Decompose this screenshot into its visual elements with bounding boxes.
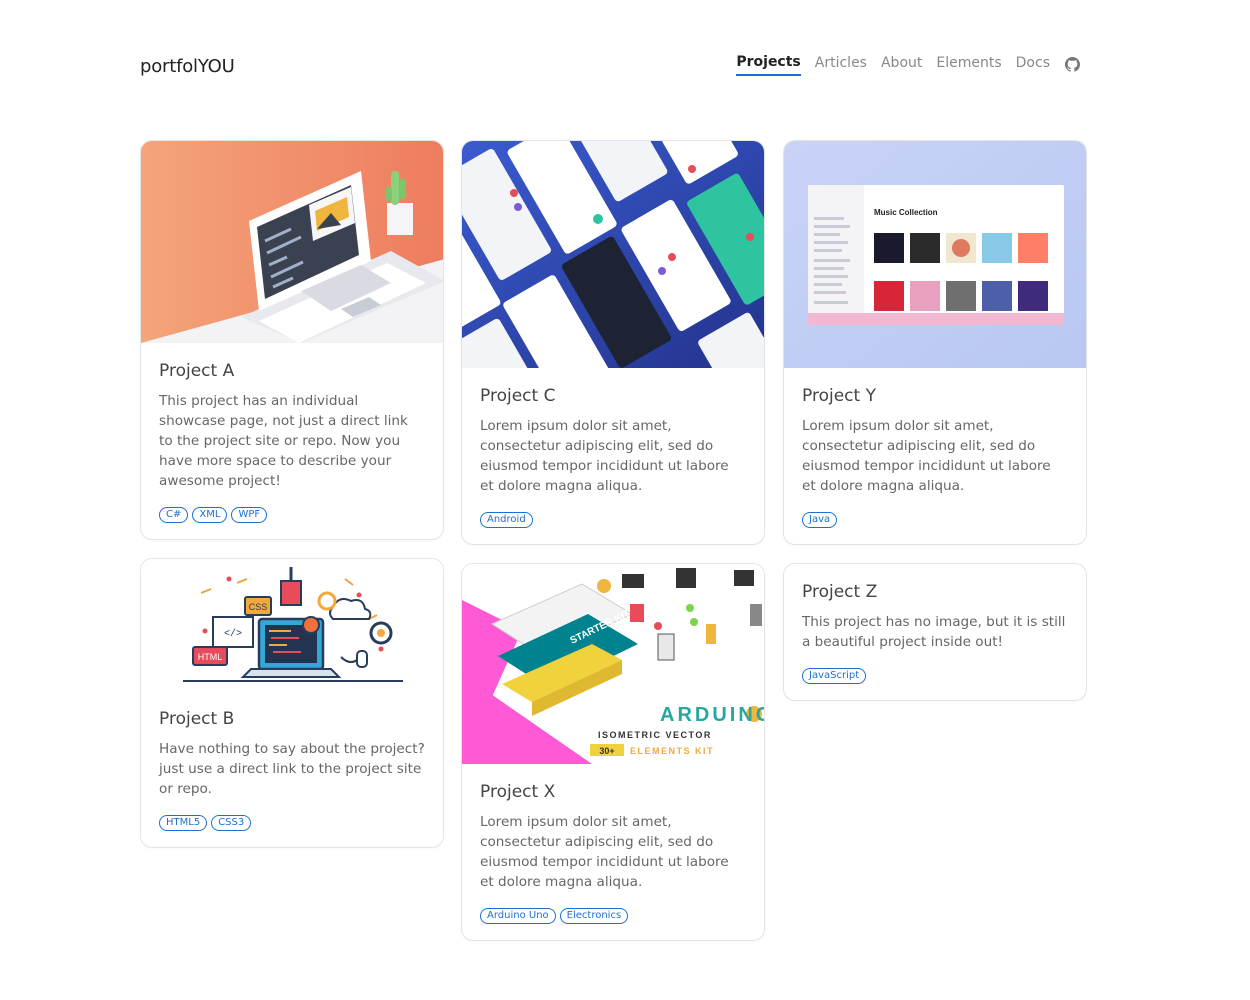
arduino-title: ARDUINO bbox=[660, 704, 764, 726]
project-column-2: Project C Lorem ipsum dolor sit amet, co… bbox=[461, 140, 765, 959]
project-y-tags: Java bbox=[802, 512, 1068, 528]
project-card-a[interactable]: Project A This project has an individual… bbox=[140, 140, 444, 540]
project-b-description: Have nothing to say about the project? j… bbox=[159, 741, 425, 797]
tag-arduino-uno: Arduino Uno bbox=[480, 908, 556, 924]
nav-about[interactable]: About bbox=[881, 53, 922, 75]
project-column-1: Project A This project has an individual… bbox=[140, 140, 444, 866]
image-label-html: HTML bbox=[198, 652, 223, 662]
nav-elements[interactable]: Elements bbox=[936, 53, 1001, 75]
tag-html5: HTML5 bbox=[159, 815, 208, 831]
project-x-tags: Arduino Uno Electronics bbox=[480, 908, 746, 924]
project-y-description: Lorem ipsum dolor sit amet, consectetur … bbox=[802, 418, 1051, 494]
arduino-subtitle: ISOMETRIC VECTOR bbox=[598, 730, 712, 740]
nav-projects[interactable]: Projects bbox=[736, 52, 801, 76]
nav-articles[interactable]: Articles bbox=[815, 53, 867, 75]
project-z-title[interactable]: Project Z bbox=[802, 582, 1068, 602]
project-card-y[interactable]: Music Collection Project Y Lorem ipsum d… bbox=[783, 140, 1087, 545]
project-c-tags: Android bbox=[480, 512, 746, 528]
project-y-title[interactable]: Project Y bbox=[802, 386, 1068, 406]
brand-logo[interactable]: portfolYOU bbox=[140, 56, 235, 77]
project-a-tags: C# XML WPF bbox=[159, 507, 425, 523]
project-b-image: CSS </> HTML bbox=[141, 559, 443, 691]
project-x-title[interactable]: Project X bbox=[480, 782, 746, 802]
project-c-title[interactable]: Project C bbox=[480, 386, 746, 406]
arduino-kit: ELEMENTS KIT bbox=[630, 746, 714, 756]
music-app-title: Music Collection bbox=[874, 208, 938, 217]
project-c-image bbox=[462, 141, 764, 368]
project-b-title[interactable]: Project B bbox=[159, 709, 425, 729]
project-a-title[interactable]: Project A bbox=[159, 361, 425, 381]
tag-javascript: JavaScript bbox=[802, 668, 867, 684]
project-card-z[interactable]: Project Z This project has no image, but… bbox=[783, 563, 1087, 701]
tag-electronics: Electronics bbox=[559, 908, 629, 924]
project-b-tags: HTML5 CSS3 bbox=[159, 815, 425, 831]
tag-xml: XML bbox=[192, 507, 228, 523]
tag-css3: CSS3 bbox=[211, 815, 252, 831]
image-label-css: CSS bbox=[249, 602, 268, 612]
top-nav: Projects Articles About Elements Docs bbox=[736, 52, 1080, 76]
project-card-x[interactable]: STARTER KIT ARDUINO ISOMETRIC VECTOR 30+… bbox=[461, 563, 765, 941]
tag-android: Android bbox=[480, 512, 533, 528]
github-icon[interactable] bbox=[1064, 56, 1080, 72]
project-x-description: Lorem ipsum dolor sit amet, consectetur … bbox=[480, 814, 729, 890]
image-label-code: </> bbox=[224, 628, 242, 640]
nav-docs[interactable]: Docs bbox=[1016, 53, 1050, 75]
project-card-c[interactable]: Project C Lorem ipsum dolor sit amet, co… bbox=[461, 140, 765, 545]
project-card-b[interactable]: CSS </> HTML Project B Have nothing to s… bbox=[140, 558, 444, 848]
tag-java: Java bbox=[802, 512, 838, 528]
project-x-image: STARTER KIT ARDUINO ISOMETRIC VECTOR 30+… bbox=[462, 564, 764, 764]
project-z-tags: JavaScript bbox=[802, 668, 1068, 684]
project-y-image: Music Collection bbox=[784, 141, 1086, 368]
project-column-3: Music Collection Project Y Lorem ipsum d… bbox=[783, 140, 1087, 719]
tag-csharp: C# bbox=[159, 507, 189, 523]
project-c-description: Lorem ipsum dolor sit amet, consectetur … bbox=[480, 418, 729, 494]
tag-wpf: WPF bbox=[231, 507, 268, 523]
project-z-description: This project has no image, but it is sti… bbox=[802, 614, 1066, 650]
project-a-image bbox=[141, 141, 443, 343]
arduino-badge: 30+ bbox=[599, 746, 614, 756]
project-a-description: This project has an individual showcase … bbox=[159, 393, 408, 489]
